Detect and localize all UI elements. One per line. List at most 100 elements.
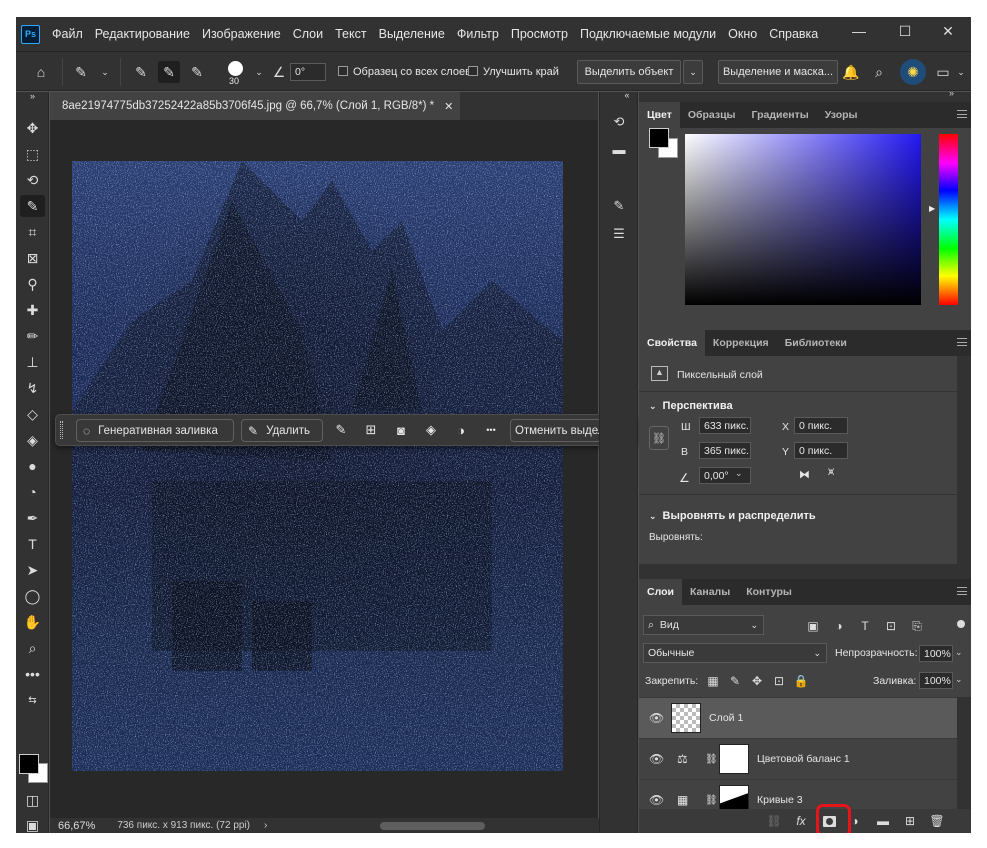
properties-scrollbar[interactable]: [957, 356, 971, 564]
tab-libraries[interactable]: Библиотеки: [777, 330, 855, 356]
home-icon[interactable]: ⌂: [30, 61, 52, 83]
more-options-icon[interactable]: •••: [481, 420, 501, 440]
healing-brush-tool-icon[interactable]: ✚: [20, 299, 45, 321]
brush-settings-icon[interactable]: ✎: [608, 196, 630, 216]
chevron-down-icon[interactable]: ⌄: [248, 61, 270, 83]
workspace-icon[interactable]: ▭: [932, 61, 954, 83]
fx-icon[interactable]: fx: [793, 813, 809, 829]
tab-adjustments[interactable]: Коррекция: [705, 330, 777, 356]
pen-tool-icon[interactable]: ✒: [20, 507, 45, 529]
adjustment-layer-icon[interactable]: ◑: [451, 420, 471, 440]
marquee-tool-icon[interactable]: ⬚: [20, 143, 45, 165]
x-input[interactable]: 0 пикс.: [794, 417, 848, 434]
eye-icon[interactable]: 👁: [649, 752, 664, 766]
delete-layer-icon[interactable]: 🗑: [929, 813, 945, 829]
path-select-tool-icon[interactable]: ➤: [20, 559, 45, 581]
lock-all-icon[interactable]: 🔒: [793, 673, 809, 689]
dodge-tool-icon[interactable]: ◔: [20, 481, 45, 503]
menu-window[interactable]: Окно: [728, 27, 757, 41]
close-button[interactable]: ✕: [925, 17, 971, 45]
layers-scrollbar[interactable]: [957, 697, 971, 809]
select-subject-dropdown[interactable]: ⌄: [683, 60, 703, 84]
tab-layers[interactable]: Слои: [639, 579, 682, 605]
maximize-button[interactable]: ☐: [882, 17, 928, 45]
eraser-tool-icon[interactable]: ◇: [20, 403, 45, 425]
collapse-icon[interactable]: »: [949, 88, 954, 98]
collapse-icon[interactable]: «: [616, 89, 638, 101]
new-layer-icon[interactable]: ⊞: [902, 813, 918, 829]
drag-handle[interactable]: [60, 421, 63, 439]
lock-position-icon[interactable]: ✥: [749, 673, 765, 689]
generative-fill-button[interactable]: ◌ Генеративная заливка: [76, 419, 234, 442]
status-arrow-icon[interactable]: ›: [264, 820, 267, 831]
tab-channels[interactable]: Каналы: [682, 579, 738, 605]
chevron-down-icon[interactable]: ⌄: [94, 61, 116, 83]
tab-properties[interactable]: Свойства: [639, 330, 705, 356]
swap-colors-icon[interactable]: ⇆: [20, 689, 45, 711]
eyedropper-tool-icon[interactable]: ⚲: [20, 273, 45, 295]
color-fg-swatch[interactable]: [649, 128, 669, 148]
checkbox-icon[interactable]: [338, 66, 348, 76]
brush-tool-icon[interactable]: ✏: [20, 325, 45, 347]
new-group-icon[interactable]: ▬: [875, 813, 891, 829]
adjustments-icon[interactable]: ☰: [608, 224, 630, 244]
menu-type[interactable]: Текст: [335, 27, 366, 41]
filter-toggle[interactable]: [957, 620, 965, 628]
fill-input[interactable]: 100%: [919, 672, 953, 689]
search-icon[interactable]: ⌕: [868, 61, 890, 83]
checkbox-icon[interactable]: [468, 66, 478, 76]
modify-selection-icon[interactable]: ✎: [331, 420, 351, 440]
horizontal-scroll-thumb[interactable]: [380, 822, 485, 830]
fill-selection-icon[interactable]: ◈: [421, 420, 441, 440]
quick-mask-icon[interactable]: ◫: [20, 789, 45, 811]
quick-select-tool-icon[interactable]: ✎: [20, 195, 45, 217]
hue-slider-handle[interactable]: ▶: [929, 204, 935, 213]
history-panel-icon[interactable]: ⟲: [608, 112, 630, 132]
link-dimensions-icon[interactable]: ⛓: [649, 426, 669, 450]
panel-menu-icon[interactable]: [957, 338, 967, 346]
minimize-button[interactable]: —: [836, 17, 882, 45]
width-input[interactable]: 633 пикс.: [699, 417, 751, 434]
add-to-selection-icon[interactable]: ✎: [158, 61, 180, 83]
layer-row[interactable]: 👁 ⚖ ⛓ Цветовой баланс 1: [639, 738, 957, 779]
link-layers-icon[interactable]: ⛓: [766, 813, 782, 829]
more-tools-icon[interactable]: •••: [20, 663, 45, 685]
crop-tool-icon[interactable]: ⌗: [20, 221, 45, 243]
transform-selection-icon[interactable]: ⊞: [361, 420, 381, 440]
frame-tool-icon[interactable]: ⊠: [20, 247, 45, 269]
quick-select-preset-icon[interactable]: ✎: [70, 61, 92, 83]
mask-link-icon[interactable]: ⛓: [705, 795, 718, 806]
new-selection-icon[interactable]: ✎: [130, 61, 152, 83]
image-canvas[interactable]: [72, 161, 563, 771]
height-input[interactable]: 365 пикс.: [699, 442, 751, 459]
menu-image[interactable]: Изображение: [202, 27, 281, 41]
panel-menu-icon[interactable]: [957, 110, 967, 118]
chevron-down-icon[interactable]: ⌄: [735, 468, 743, 479]
filter-adjustment-icon[interactable]: ◑: [831, 618, 847, 634]
foreground-color-swatch-top[interactable]: [19, 754, 39, 774]
collapse-icon[interactable]: »: [20, 90, 45, 102]
close-tab-icon[interactable]: ✕: [444, 100, 453, 113]
tab-patterns[interactable]: Узоры: [817, 102, 866, 128]
chevron-down-icon[interactable]: ⌄: [955, 647, 963, 658]
flip-horizontal-icon[interactable]: ⧓: [799, 468, 810, 481]
opacity-input[interactable]: 100%: [919, 645, 953, 662]
move-tool-icon[interactable]: ✥: [20, 117, 45, 139]
perspective-section[interactable]: ⌄ Перспектива: [649, 400, 733, 412]
paint-bucket-tool-icon[interactable]: ◈: [20, 429, 45, 451]
shape-tool-icon[interactable]: ◯: [20, 585, 45, 607]
chevron-down-icon[interactable]: ⌄: [955, 674, 963, 685]
blur-tool-icon[interactable]: ●: [20, 455, 45, 477]
tab-paths[interactable]: Контуры: [738, 579, 800, 605]
sample-all-layers-checkbox[interactable]: Образец со всех слоев: [338, 66, 471, 78]
y-input[interactable]: 0 пикс.: [794, 442, 848, 459]
hand-tool-icon[interactable]: ✋: [20, 611, 45, 633]
mask-icon[interactable]: ◙: [391, 420, 411, 440]
layer-filter-select[interactable]: ⌕ Вид ⌄: [643, 615, 764, 635]
layer-row[interactable]: 👁 Слой 1: [639, 697, 957, 738]
comments-panel-icon[interactable]: ▬: [608, 139, 630, 159]
panel-menu-icon[interactable]: [957, 587, 967, 595]
eye-icon[interactable]: 👁: [649, 711, 664, 725]
zoom-tool-icon[interactable]: ⌕: [20, 637, 45, 659]
document-info[interactable]: 736 пикс. x 913 пикс. (72 ppi): [117, 820, 250, 831]
